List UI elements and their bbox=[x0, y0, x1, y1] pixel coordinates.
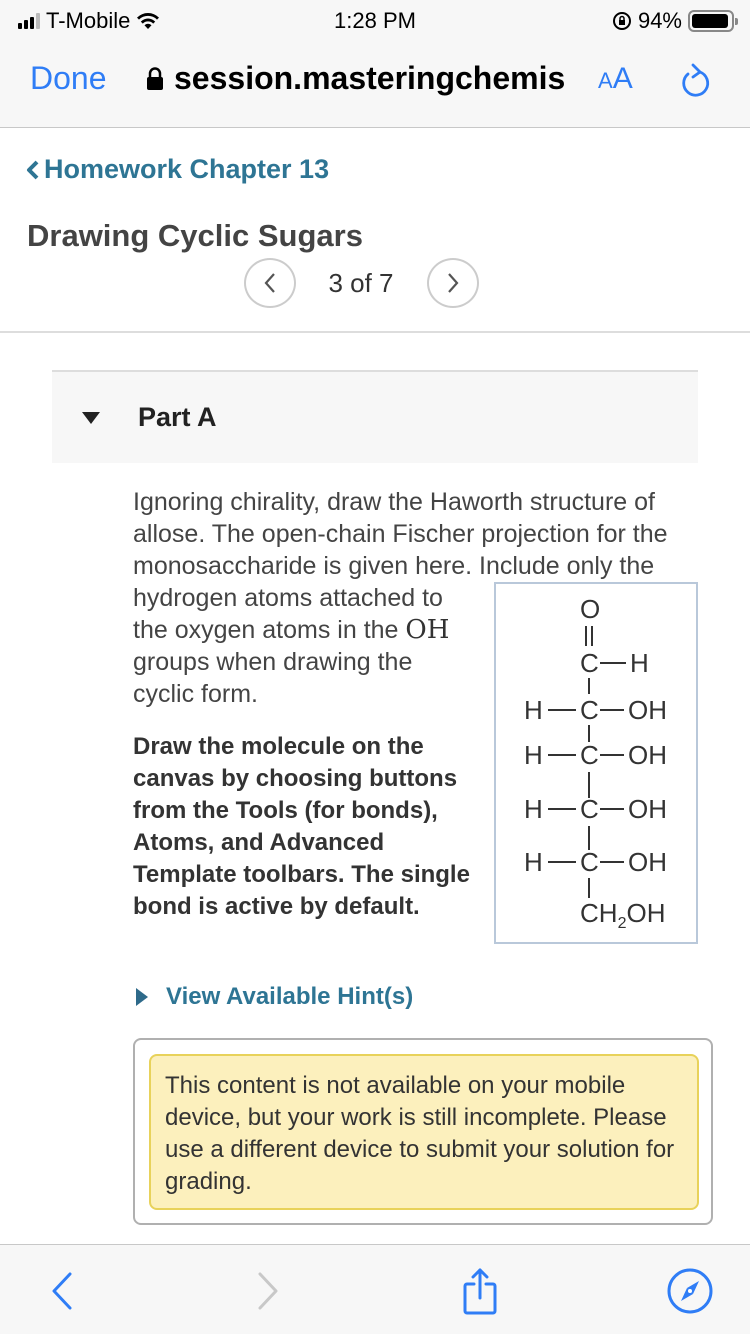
question-text-part: hydrogen atoms attached to the oxygen at… bbox=[133, 584, 443, 644]
browser-back-button[interactable] bbox=[34, 1263, 90, 1319]
subscript-2: 2 bbox=[618, 915, 627, 932]
fischer-projection-figure: O C H H C OH H C OH H C OH H C OH CH2OH bbox=[494, 582, 698, 944]
browser-forward-button[interactable] bbox=[240, 1263, 296, 1319]
atom-c1: C bbox=[580, 648, 599, 678]
oh-label: OH bbox=[626, 898, 665, 928]
part-a-header[interactable]: Part A bbox=[52, 370, 698, 463]
atom-c: C bbox=[580, 794, 599, 824]
atom-h-left: H bbox=[524, 695, 543, 725]
lock-icon bbox=[147, 66, 163, 90]
group-oh: OH bbox=[628, 695, 667, 725]
caret-down-icon bbox=[82, 412, 100, 424]
chevron-right-icon bbox=[448, 273, 459, 293]
url-text: session.masteringchemis bbox=[174, 60, 566, 96]
view-hints-link[interactable]: View Available Hint(s) bbox=[136, 983, 413, 1011]
atom-h: H bbox=[630, 648, 649, 678]
status-right: 94% bbox=[612, 8, 738, 34]
pager-position: 3 of 7 bbox=[328, 268, 394, 298]
reload-icon bbox=[682, 63, 710, 97]
atom-c: C bbox=[580, 695, 599, 725]
question-intro: Ignoring chirality, draw the Haworth str… bbox=[133, 488, 668, 580]
chevron-left-icon bbox=[52, 1272, 72, 1310]
url-field[interactable]: session.masteringchemis bbox=[146, 60, 586, 97]
atom-c: C bbox=[580, 740, 599, 770]
ch-label: CH bbox=[580, 898, 618, 928]
compass-icon bbox=[667, 1268, 713, 1314]
chevron-left-icon bbox=[264, 273, 275, 293]
divider bbox=[0, 331, 750, 333]
done-button[interactable]: Done bbox=[30, 60, 107, 97]
oh-group-label: OH bbox=[405, 615, 450, 645]
back-link-label: Homework Chapter 13 bbox=[44, 154, 330, 184]
chevron-right-icon bbox=[258, 1272, 278, 1310]
chevron-left-icon bbox=[27, 160, 39, 179]
browser-bar: Done session.masteringchemis AA bbox=[0, 40, 750, 128]
next-item-button[interactable] bbox=[427, 258, 479, 308]
drawing-instructions: Draw the molecule on the canvas by choos… bbox=[133, 733, 470, 920]
aa-small-glyph: A bbox=[598, 68, 613, 93]
atom-h-left: H bbox=[524, 794, 543, 824]
page-title: Drawing Cyclic Sugars bbox=[27, 218, 363, 253]
safari-button[interactable] bbox=[662, 1263, 718, 1319]
question-continued: hydrogen atoms attached to the oxygen at… bbox=[133, 582, 463, 710]
atom-h-left: H bbox=[524, 847, 543, 877]
caret-right-icon bbox=[136, 988, 148, 1006]
battery-percent: 94% bbox=[637, 8, 682, 33]
aa-large-glyph: A bbox=[612, 62, 633, 95]
question-text-part: groups when drawing the cyclic form. bbox=[133, 648, 413, 708]
status-bar: T-Mobile 1:28 PM 94% bbox=[0, 0, 750, 40]
browser-toolbar bbox=[0, 1244, 750, 1334]
rotation-lock-icon bbox=[612, 12, 631, 30]
reload-button[interactable] bbox=[678, 62, 714, 107]
group-oh: OH bbox=[628, 794, 667, 824]
back-to-homework-link[interactable]: Homework Chapter 13 bbox=[26, 154, 329, 185]
item-pager: 3 of 7 bbox=[0, 258, 750, 308]
group-oh: OH bbox=[628, 740, 667, 770]
share-button[interactable] bbox=[452, 1263, 508, 1319]
part-label: Part A bbox=[138, 402, 217, 432]
mobile-unavailable-notice: This content is not available on your mo… bbox=[149, 1054, 699, 1210]
group-ch2oh: CH2OH bbox=[580, 898, 665, 932]
battery-icon bbox=[688, 10, 738, 32]
answer-area: This content is not available on your mo… bbox=[133, 1038, 713, 1225]
atom-o: O bbox=[580, 594, 600, 624]
atom-c: C bbox=[580, 847, 599, 877]
fischer-projection-svg: O C H H C OH H C OH H C OH H C OH CH2OH bbox=[524, 594, 667, 932]
group-oh: OH bbox=[628, 847, 667, 877]
atom-h-left: H bbox=[524, 740, 543, 770]
text-size-button[interactable]: AA bbox=[598, 62, 633, 96]
share-icon bbox=[463, 1268, 497, 1315]
hints-label: View Available Hint(s) bbox=[166, 983, 414, 1010]
previous-item-button[interactable] bbox=[244, 258, 296, 308]
